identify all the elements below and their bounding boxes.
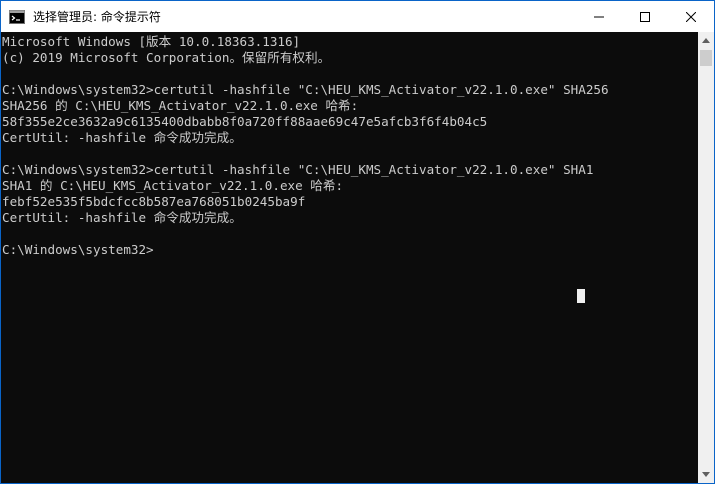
console-line: C:\Windows\system32>certutil -hashfile "… xyxy=(2,162,594,177)
window-title: 选择管理员: 命令提示符 xyxy=(33,10,161,24)
console-line: (c) 2019 Microsoft Corporation。保留所有权利。 xyxy=(2,50,331,65)
scroll-down-button[interactable] xyxy=(698,466,714,483)
console-line: SHA1 的 C:\HEU_KMS_Activator_v22.1.0.exe … xyxy=(2,178,344,193)
console-line: CertUtil: -hashfile 命令成功完成。 xyxy=(2,130,242,145)
scrollbar-thumb[interactable] xyxy=(700,50,712,66)
title-bar[interactable]: 选择管理员: 命令提示符 xyxy=(1,1,714,32)
console-output[interactable]: Microsoft Windows [版本 10.0.18363.1316] (… xyxy=(1,32,698,483)
text-cursor xyxy=(577,289,585,303)
console-line: 58f355e2ce3632a9c6135400dbabb8f0a720ff88… xyxy=(2,114,488,129)
maximize-icon xyxy=(640,11,650,22)
cmd-app-icon[interactable] xyxy=(9,9,25,24)
window-controls xyxy=(576,1,714,32)
console-prompt[interactable]: C:\Windows\system32> xyxy=(2,242,698,258)
maximize-button[interactable] xyxy=(622,1,668,32)
scroll-up-button[interactable] xyxy=(698,32,714,49)
vertical-scrollbar[interactable] xyxy=(698,32,714,483)
console-line: SHA256 的 C:\HEU_KMS_Activator_v22.1.0.ex… xyxy=(2,98,359,113)
scroll-up-arrow-icon xyxy=(702,38,710,43)
console-line: Microsoft Windows [版本 10.0.18363.1316] xyxy=(2,34,301,49)
minimize-icon xyxy=(594,16,604,17)
console-line: febf52e535f5bdcfcc8b587ea768051b0245ba9f xyxy=(2,194,306,209)
close-icon xyxy=(686,11,696,22)
close-button[interactable] xyxy=(668,1,714,32)
console-lines: Microsoft Windows [版本 10.0.18363.1316] (… xyxy=(1,32,698,258)
console-line: C:\Windows\system32>certutil -hashfile "… xyxy=(2,82,609,97)
console-line: CertUtil: -hashfile 命令成功完成。 xyxy=(2,210,242,225)
scroll-down-arrow-icon xyxy=(702,472,710,477)
cmd-window: 选择管理员: 命令提示符 Microsoft Windows [版本 10.0.… xyxy=(0,0,715,484)
minimize-button[interactable] xyxy=(576,1,622,32)
